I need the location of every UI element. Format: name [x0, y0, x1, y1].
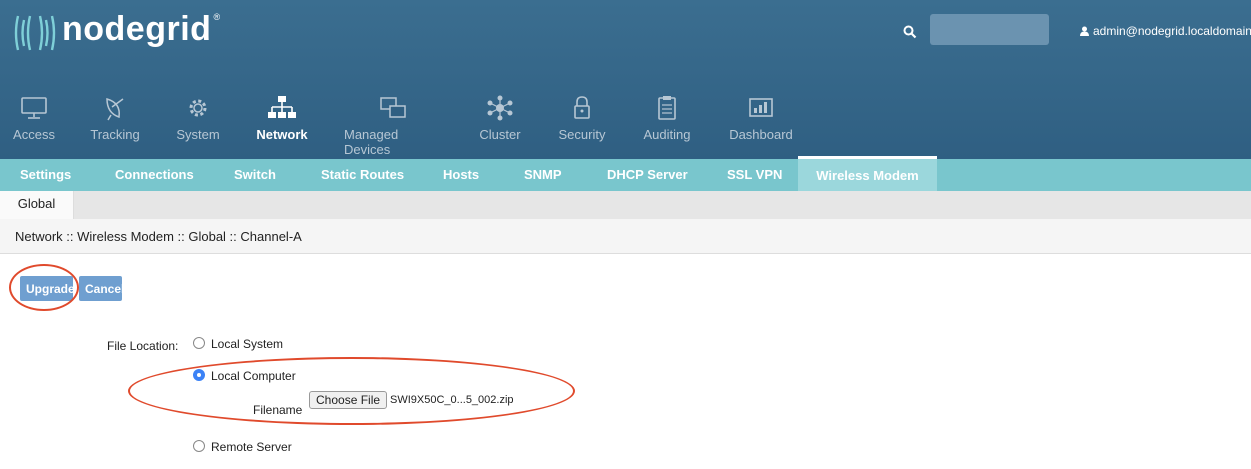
subnav-snmp[interactable]: SNMP	[524, 159, 562, 191]
nav-managed-devices[interactable]: Managed Devices	[344, 95, 442, 157]
user-menu[interactable]: admin@nodegrid.localdomain	[1080, 24, 1251, 38]
nodegrid-logo-icon	[14, 15, 56, 51]
nav-label: Managed Devices	[344, 127, 399, 157]
subnav-ssl-vpn[interactable]: SSL VPN	[727, 159, 782, 191]
user-name: admin@nodegrid.localdomain	[1093, 24, 1251, 38]
cluster-icon	[487, 95, 513, 121]
nav-label: Access	[13, 127, 55, 142]
sub-navigation: Settings Connections Switch Static Route…	[0, 156, 1251, 191]
nav-system[interactable]: System	[176, 95, 220, 142]
satellite-dish-icon	[106, 98, 124, 121]
nav-cluster[interactable]: Cluster	[478, 95, 522, 142]
nav-dashboard[interactable]: Dashboard	[728, 95, 794, 142]
radio-local-system[interactable]	[193, 337, 205, 349]
subnav-hosts[interactable]: Hosts	[443, 159, 479, 191]
breadcrumb: Network :: Wireless Modem :: Global :: C…	[15, 229, 302, 244]
search-input[interactable]	[930, 14, 1049, 45]
nav-label: Network	[256, 127, 308, 142]
radio-remote-server[interactable]	[193, 440, 205, 452]
brand-name: nodegrid	[62, 9, 212, 48]
nav-tracking[interactable]: Tracking	[90, 95, 140, 142]
nav-label: Tracking	[90, 127, 140, 142]
annotation-circle-upgrade	[9, 264, 79, 311]
nav-label: Dashboard	[729, 127, 793, 142]
subnav-settings[interactable]: Settings	[20, 159, 71, 191]
option-remote-server-label: Remote Server	[211, 440, 292, 454]
lock-icon	[574, 96, 590, 119]
nav-label: Cluster	[479, 127, 521, 142]
user-icon	[1080, 26, 1089, 36]
cancel-button[interactable]: Cancel	[79, 276, 124, 301]
nav-label: Auditing	[643, 127, 691, 142]
breadcrumb-bar: Network :: Wireless Modem :: Global :: C…	[0, 219, 1251, 254]
subnav-dhcp-server[interactable]: DHCP Server	[607, 159, 688, 191]
nav-label: Security	[558, 127, 606, 142]
annotation-ellipse-local-computer	[128, 357, 575, 425]
subnav-static-routes[interactable]: Static Routes	[321, 159, 404, 191]
dashboard-icon	[749, 98, 773, 117]
logo[interactable]: nodegrid ®	[12, 9, 221, 54]
gear-icon	[189, 99, 207, 117]
subnav-wireless-modem[interactable]: Wireless Modem	[798, 156, 937, 191]
nav-label: System	[176, 127, 220, 142]
network-tree-icon	[268, 96, 296, 118]
option-local-system-label: Local System	[211, 337, 284, 351]
tab-bar: Global	[0, 191, 1251, 219]
clipboard-icon	[658, 96, 676, 120]
nav-network[interactable]: Network	[256, 95, 308, 142]
top-header: nodegrid ® admin@nodegrid.localdomain Ac…	[0, 0, 1251, 159]
devices-icon	[380, 97, 406, 118]
file-location-label: File Location:	[107, 339, 179, 353]
nav-access[interactable]: Access	[13, 95, 55, 142]
registered-mark: ®	[213, 12, 221, 22]
subnav-switch[interactable]: Switch	[234, 159, 276, 191]
nav-security[interactable]: Security	[558, 95, 606, 142]
tab-global[interactable]: Global	[0, 191, 74, 219]
subnav-connections[interactable]: Connections	[115, 159, 194, 191]
monitor-icon	[21, 97, 47, 119]
nav-auditing[interactable]: Auditing	[642, 95, 692, 142]
search-icon[interactable]	[903, 25, 917, 39]
